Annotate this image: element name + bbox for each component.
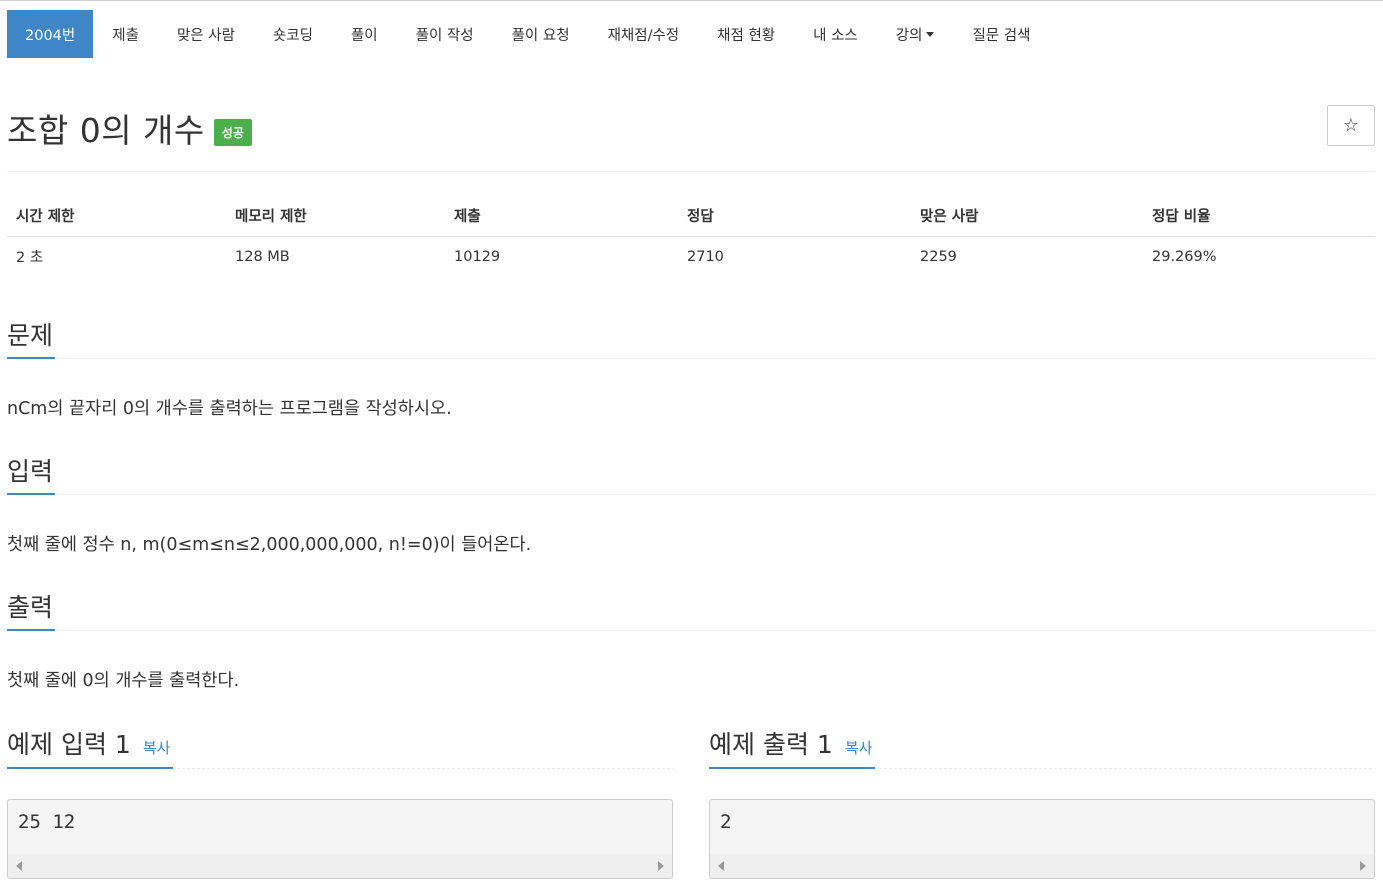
scroll-right-icon[interactable] (658, 861, 664, 871)
sample-output-scrollbar[interactable] (710, 854, 1374, 878)
nav-item-short-coding[interactable]: 숏코딩 (254, 10, 332, 58)
title-divider (7, 171, 1375, 172)
header-memory-limit: 메모리 제한 (226, 195, 445, 237)
value-solvers: 2259 (920, 248, 957, 265)
nav-item-status[interactable]: 채점 현황 (698, 10, 794, 58)
sample-input-scrollbar[interactable] (8, 854, 672, 878)
problem-description: nCm의 끝자리 0의 개수를 출력하는 프로그램을 작성하시오. (7, 399, 452, 419)
sample-output-content: 2 (720, 811, 732, 833)
value-memory-limit: 128 MB (235, 248, 290, 265)
title-row: 조합 0의 개수 성공 (7, 104, 252, 152)
problem-info-table: 시간 제한 메모리 제한 제출 정답 맞은 사람 정답 비율 2 초 128 M… (7, 195, 1375, 277)
header-accepted: 정답 (678, 195, 911, 237)
value-accepted: 2710 (687, 248, 724, 265)
section-divider-input (7, 494, 1375, 495)
section-underline-problem (7, 357, 55, 359)
sample-input-box[interactable]: 25 12 (7, 799, 673, 879)
copy-sample-input-link[interactable]: 복사 (143, 737, 171, 758)
nav-item-question-search[interactable]: 질문 검색 (953, 10, 1049, 58)
nav-item-rejudge[interactable]: 재채점/수정 (589, 10, 699, 58)
header-submissions: 제출 (445, 195, 678, 237)
scroll-right-icon[interactable] (1360, 861, 1366, 871)
nav-item-lectures-dropdown[interactable]: 강의 (877, 10, 954, 58)
scroll-left-icon[interactable] (718, 861, 724, 871)
sample-output-heading-row: 예제 출력 1 복사 (709, 725, 872, 761)
nav-item-solvers[interactable]: 맞은 사람 (158, 10, 254, 58)
sample-input-underline (7, 767, 173, 769)
nav-item-solutions[interactable]: 풀이 (332, 10, 397, 58)
sample-output-box[interactable]: 2 (709, 799, 1375, 879)
value-accept-ratio: 29.269% (1152, 248, 1217, 265)
nav-item-problem[interactable]: 2004번 (7, 10, 94, 58)
page-title: 조합 0의 개수 (7, 111, 205, 150)
section-heading-output: 출력 (7, 593, 54, 622)
value-time-limit: 2 초 (16, 250, 44, 267)
section-divider-problem (7, 358, 1375, 359)
input-description: 첫째 줄에 정수 n, m(0≤m≤n≤2,000,000,000, n!=0)… (7, 535, 532, 555)
top-border (0, 0, 1383, 1)
info-header-row: 시간 제한 메모리 제한 제출 정답 맞은 사람 정답 비율 (7, 195, 1375, 237)
scroll-left-icon[interactable] (16, 861, 22, 871)
nav-item-write-solution[interactable]: 풀이 작성 (397, 10, 493, 58)
sample-output-underline (709, 767, 875, 769)
output-description: 첫째 줄에 0의 개수를 출력한다. (7, 671, 240, 691)
section-heading-problem: 문제 (7, 321, 54, 350)
nav-item-request-solution[interactable]: 풀이 요청 (493, 10, 589, 58)
section-underline-output (7, 629, 55, 631)
copy-sample-output-link[interactable]: 복사 (845, 737, 873, 758)
caret-down-icon (926, 31, 935, 37)
section-heading-input: 입력 (7, 457, 54, 486)
sample-input-heading: 예제 입력 1 (7, 730, 131, 759)
section-underline-input (7, 493, 55, 495)
sample-input-heading-row: 예제 입력 1 복사 (7, 725, 170, 761)
section-divider-output (7, 630, 1375, 631)
info-value-row: 2 초 128 MB 10129 2710 2259 29.269% (7, 236, 1375, 277)
status-badge: 성공 (213, 118, 252, 146)
header-accept-ratio: 정답 비율 (1143, 195, 1375, 237)
sample-output-heading: 예제 출력 1 (709, 730, 833, 759)
problem-nav: 2004번 제출 맞은 사람 숏코딩 풀이 풀이 작성 풀이 요청 재채점/수정… (7, 10, 1049, 58)
header-solvers: 맞은 사람 (911, 195, 1143, 237)
sample-input-content: 25 12 (18, 811, 76, 833)
header-time-limit: 시간 제한 (7, 195, 226, 237)
nav-item-submit[interactable]: 제출 (93, 10, 158, 58)
nav-item-lectures-label: 강의 (895, 27, 923, 44)
star-icon: ☆ (1342, 115, 1360, 136)
favorite-star-button[interactable]: ☆ (1327, 105, 1375, 146)
value-submissions: 10129 (454, 248, 501, 265)
nav-item-my-source[interactable]: 내 소스 (794, 10, 877, 58)
